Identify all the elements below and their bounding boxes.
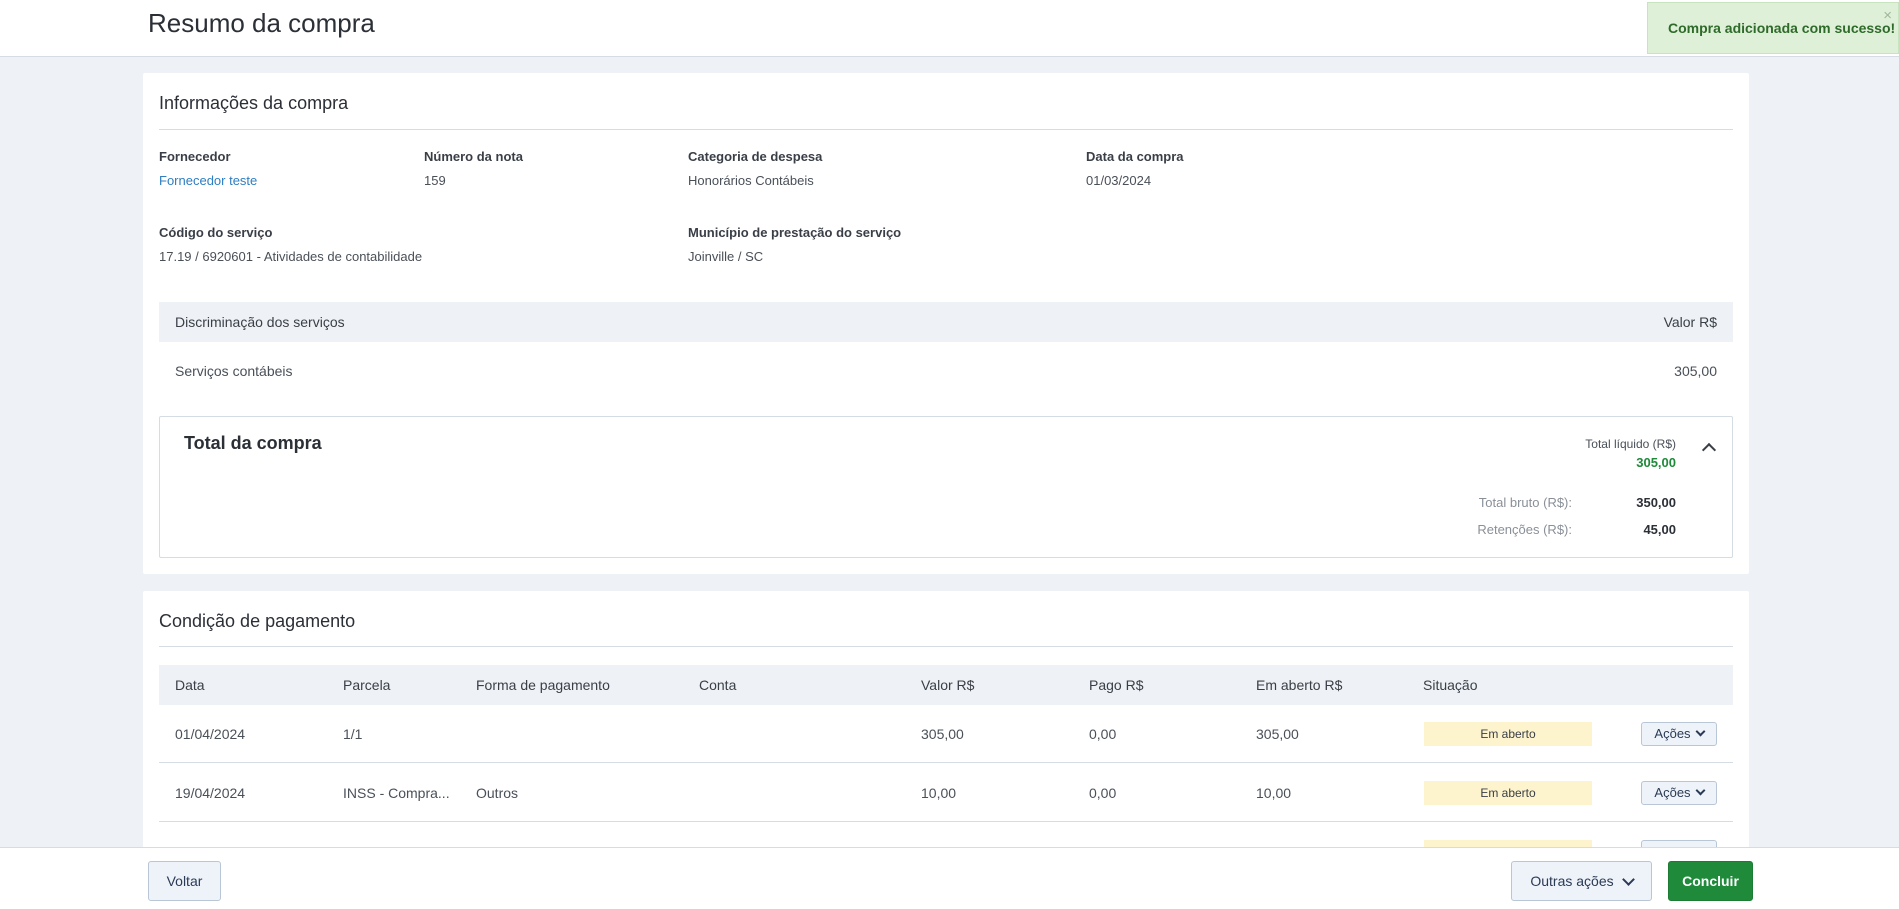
invoice-number-field: Número da nota 159 [424, 149, 523, 188]
service-code-label: Código do serviço [159, 225, 273, 240]
purchase-info-card: Informações da compra Fornecedor Fornece… [143, 73, 1749, 574]
actions-button[interactable]: Ações [1641, 780, 1717, 805]
col-forma: Forma de pagamento [476, 677, 610, 693]
col-valor: Valor R$ [921, 677, 975, 693]
chevron-down-icon [1621, 872, 1635, 886]
table-row: 19/04/2024 INSS - Compra... Outros 10,00… [159, 764, 1733, 822]
service-desc: Serviços contábeis [175, 363, 293, 379]
status-badge: Em aberto [1424, 780, 1592, 805]
service-code-field: Código do serviço 17.19 / 6920601 - Ativ… [159, 225, 422, 264]
expense-category-label: Categoria de despesa [688, 149, 823, 164]
other-actions-button[interactable]: Outras ações [1511, 861, 1652, 901]
row-pago: 0,00 [1089, 784, 1117, 801]
top-bar: Resumo da compra [0, 0, 1899, 57]
chevron-down-icon [1695, 785, 1706, 796]
expense-category-field: Categoria de despesa Honorários Contábei… [688, 149, 822, 188]
table-row: Serviços contábeis 305,00 [159, 351, 1733, 391]
divider [159, 646, 1733, 647]
success-toast: Compra adicionada com sucesso! × [1647, 2, 1899, 54]
row-data: 01/04/2024 [175, 725, 246, 742]
chevron-up-icon[interactable] [1701, 442, 1717, 458]
row-valor: 305,00 [921, 725, 964, 742]
page-title: Resumo da compra [148, 8, 375, 38]
purchase-date-value: 01/03/2024 [1086, 173, 1152, 188]
other-actions-label: Outras ações [1530, 873, 1614, 889]
purchase-date-field: Data da compra 01/03/2024 [1086, 149, 1184, 188]
invoice-number-label: Número da nota [424, 149, 523, 164]
footer-bar: Voltar Outras ações Concluir [0, 847, 1899, 909]
status-badge: Em aberto [1424, 721, 1592, 746]
row-data: 19/04/2024 [175, 784, 246, 801]
col-situacao: Situação [1423, 677, 1478, 693]
service-code-value: 17.19 / 6920601 - Atividades de contabil… [159, 249, 423, 264]
gross-total-value: 350,00 [1636, 495, 1676, 510]
service-value: 305,00 [1674, 363, 1717, 379]
payment-condition-title: Condição de pagamento [159, 611, 356, 631]
net-total-value: 305,00 [1636, 455, 1676, 470]
row-pago: 0,00 [1089, 725, 1117, 742]
col-conta: Conta [699, 677, 737, 693]
actions-button[interactable]: Ações [1641, 721, 1717, 746]
col-aberto: Em aberto R$ [1256, 677, 1343, 693]
actions-label: Ações [1654, 726, 1691, 741]
back-button[interactable]: Voltar [148, 861, 221, 901]
supplier-field: Fornecedor Fornecedor teste [159, 149, 257, 188]
row-parcela: 1/1 [343, 725, 363, 742]
col-parcela: Parcela [343, 677, 391, 693]
withholdings-label: Retenções (R$): [1477, 522, 1572, 537]
municipality-field: Município de prestação do serviço Joinvi… [688, 225, 901, 264]
net-total-label: Total líquido (R$) [1585, 437, 1676, 451]
table-row: 01/04/2024 1/1 305,00 0,00 305,00 Em abe… [159, 705, 1733, 763]
municipality-label: Município de prestação do serviço [688, 225, 902, 240]
row-parcela: INSS - Compra... [343, 784, 450, 801]
expense-category-value: Honorários Contábeis [688, 173, 814, 188]
purchase-date-label: Data da compra [1086, 149, 1184, 164]
payment-condition-card: Condição de pagamento Data Parcela Forma… [143, 591, 1749, 851]
row-forma: Outros [476, 784, 519, 801]
actions-label: Ações [1654, 785, 1691, 800]
payment-table-header: Data Parcela Forma de pagamento Conta Va… [159, 665, 1733, 705]
supplier-link[interactable]: Fornecedor teste [159, 173, 257, 188]
municipality-value: Joinville / SC [688, 249, 764, 264]
purchase-total-panel: Total da compra Total líquido (R$) 305,0… [159, 416, 1733, 558]
services-desc-header: Discriminação dos serviços [175, 314, 345, 330]
chevron-down-icon [1695, 726, 1706, 737]
finish-button[interactable]: Concluir [1668, 861, 1753, 901]
divider [159, 129, 1733, 130]
row-aberto: 10,00 [1256, 784, 1292, 801]
row-aberto: 305,00 [1256, 725, 1299, 742]
purchase-total-title: Total da compra [184, 433, 322, 453]
row-valor: 10,00 [921, 784, 957, 801]
col-pago: Pago R$ [1089, 677, 1144, 693]
purchase-info-title: Informações da compra [159, 93, 349, 113]
withholdings-value: 45,00 [1643, 522, 1676, 537]
invoice-number-value: 159 [424, 173, 446, 188]
toast-message: Compra adicionada com sucesso! [1668, 20, 1896, 36]
close-icon[interactable]: × [1883, 7, 1892, 24]
services-table-header: Discriminação dos serviços Valor R$ [159, 302, 1733, 342]
gross-total-label: Total bruto (R$): [1478, 495, 1572, 510]
supplier-label: Fornecedor [159, 149, 231, 164]
col-data: Data [175, 677, 205, 693]
services-value-header: Valor R$ [1663, 314, 1717, 330]
